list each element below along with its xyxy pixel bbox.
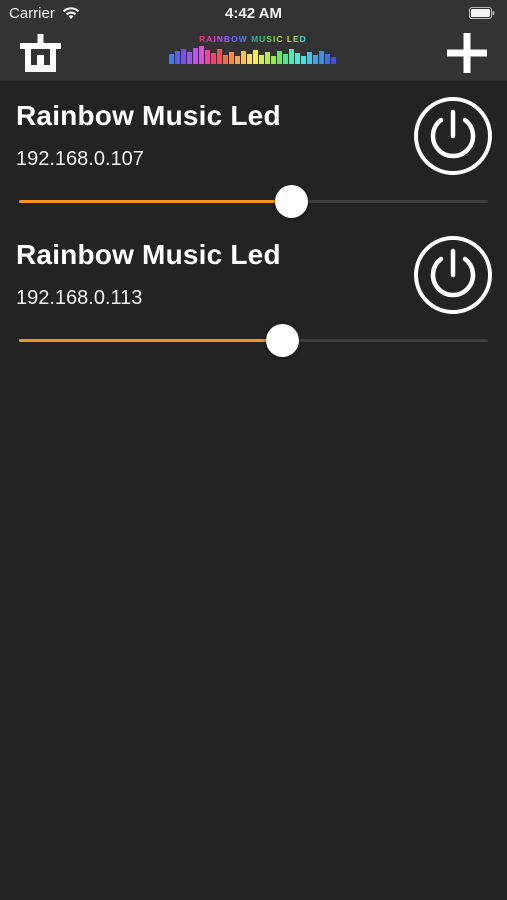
battery-icon (469, 7, 495, 19)
brightness-slider[interactable] (19, 183, 488, 219)
app-logo-text: RAINBOW MUSIC LED (199, 34, 307, 44)
device-name: Rainbow Music Led (16, 100, 281, 131)
status-time: 4:42 AM (225, 5, 282, 22)
slider-thumb[interactable] (265, 324, 299, 357)
nav-bar: RAINBOW MUSIC LED (0, 26, 507, 81)
device-row: Rainbow Music Led 192.168.0.107 (0, 97, 507, 240)
power-icon[interactable] (413, 235, 493, 315)
app-logo: RAINBOW MUSIC LED (169, 34, 336, 64)
slider-fill (19, 200, 292, 203)
slider-fill (19, 339, 282, 342)
remove-device-icon[interactable] (20, 34, 61, 72)
slider-thumb[interactable] (275, 185, 309, 218)
device-row: Rainbow Music Led 192.168.0.113 (0, 236, 507, 379)
brightness-slider[interactable] (19, 322, 488, 358)
device-ip: 192.168.0.113 (16, 287, 143, 309)
device-ip: 192.168.0.107 (16, 148, 144, 170)
device-name: Rainbow Music Led (16, 239, 281, 270)
plus-icon[interactable] (447, 33, 487, 73)
power-icon[interactable] (413, 96, 493, 176)
status-bar: Carrier 4:42 AM (0, 0, 507, 26)
